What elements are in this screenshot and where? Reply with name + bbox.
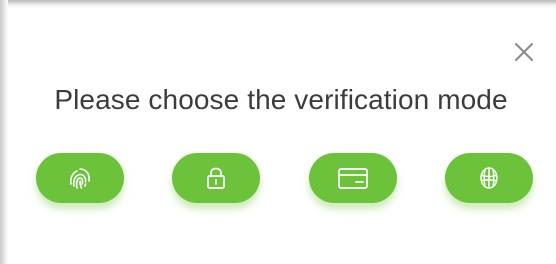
verification-dialog: Please choose the verification mode xyxy=(0,0,556,264)
lock-icon xyxy=(202,164,230,192)
close-button[interactable] xyxy=(510,38,538,66)
password-mode-button[interactable] xyxy=(172,153,260,203)
dialog-top-shadow xyxy=(0,0,556,8)
close-icon xyxy=(510,38,538,66)
dialog-left-shadow xyxy=(0,0,8,264)
card-icon xyxy=(336,164,370,192)
dialog-title: Please choose the verification mode xyxy=(54,84,508,115)
fingerprint-mode-button[interactable] xyxy=(36,153,124,203)
face-mode-button[interactable] xyxy=(445,153,533,203)
fingerprint-icon xyxy=(66,164,94,192)
face-icon xyxy=(475,164,503,192)
card-mode-button[interactable] xyxy=(309,153,397,203)
